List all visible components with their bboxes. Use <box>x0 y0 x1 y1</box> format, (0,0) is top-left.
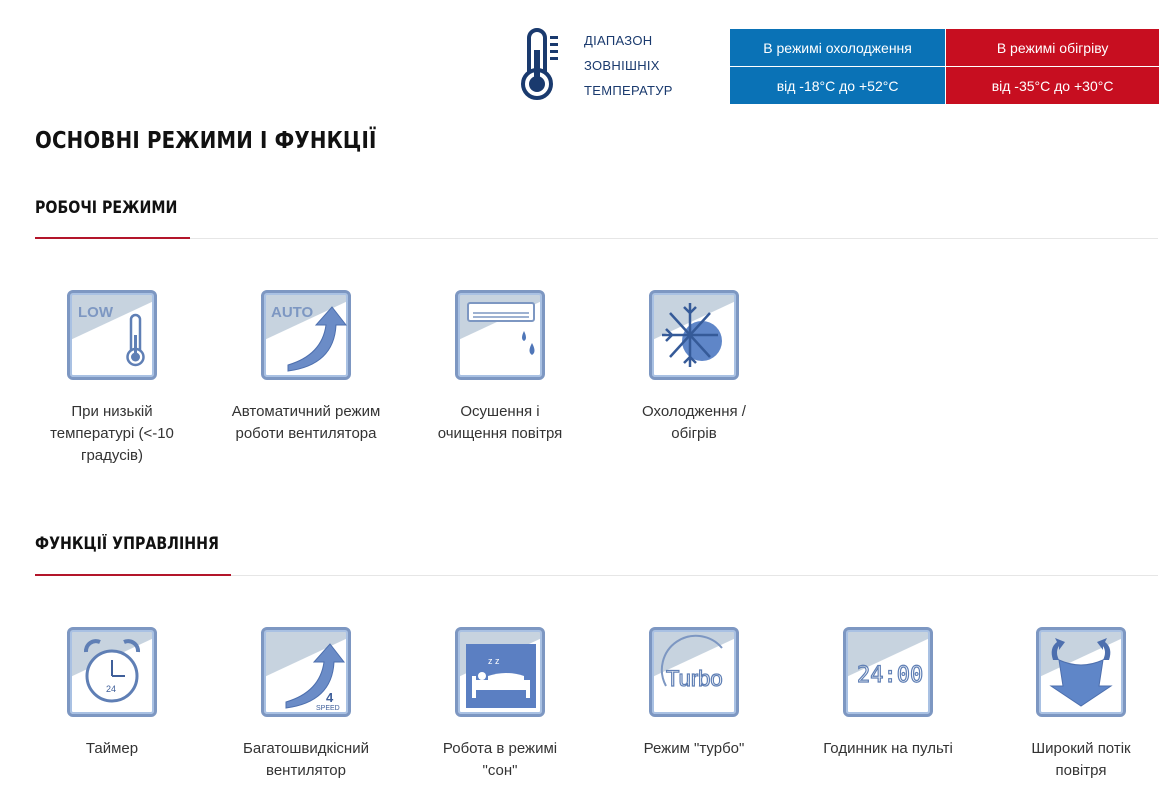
feature-sleep-mode: z z Робота в режимі "сон" <box>415 627 585 782</box>
turbo-icon: Turbo <box>649 627 739 717</box>
temperature-range-label: ДІАПАЗОН ЗОВНІШНІХ ТЕМПЕРАТУР <box>584 28 714 103</box>
icon-text: Turbo <box>666 666 723 691</box>
heating-range: від -35°C до +30°C <box>945 66 1160 105</box>
feature-timer: 24 Таймер <box>27 627 197 760</box>
feature-caption: Годинник на пульті <box>823 740 953 757</box>
thermometer-icon <box>521 28 558 100</box>
cool-heat-icon <box>649 290 739 380</box>
icon-text: z z <box>488 656 500 666</box>
feature-caption: Робота в режимі "сон" <box>442 740 558 779</box>
feature-low-temperature: LOW При низькій температурі (<-10 градус… <box>27 290 197 467</box>
section-accent-line <box>35 237 190 239</box>
auto-fan-icon: AUTO <box>261 290 351 380</box>
section-accent-line <box>35 574 231 576</box>
multi-speed-fan-icon: 4 SPEED <box>261 627 351 717</box>
feature-cool-heat: Охолодження / обігрів <box>609 290 779 445</box>
page-title: ОСНОВНІ РЕЖИМИ І ФУНКЦІЇ <box>35 128 377 154</box>
feature-turbo: Turbo Режим "турбо" <box>609 627 779 760</box>
feature-caption: Осушення і очищення повітря <box>437 403 563 442</box>
icon-text: AUTO <box>271 304 314 321</box>
section-title-control-functions: ФУНКЦІЇ УПРАВЛІННЯ <box>35 534 219 553</box>
icon-text: 4 <box>326 690 334 705</box>
heating-header: В режимі обігріву <box>945 28 1160 67</box>
cooling-header: В режимі охолодження <box>728 28 947 67</box>
remote-clock-icon: 24:00 <box>843 627 933 717</box>
wide-airflow-icon <box>1036 627 1126 717</box>
icon-subtext: SPEED <box>316 705 340 712</box>
feature-caption: Широкий потік повітря <box>1031 740 1131 779</box>
feature-caption: Охолодження / обігрів <box>642 403 746 442</box>
temperature-range-table: В режимі охолодження В режимі обігріву в… <box>728 28 1160 105</box>
temperature-label-line: ТЕМПЕРАТУР <box>584 83 673 98</box>
feature-caption: При низькій температурі (<-10 градусів) <box>50 403 174 464</box>
feature-caption: Автоматичний режим роботи вентилятора <box>231 403 381 442</box>
feature-caption: Режим "турбо" <box>643 740 745 757</box>
feature-caption: Багатошвидкісний вентилятор <box>243 740 369 779</box>
section-title-operating-modes: РОБОЧІ РЕЖИМИ <box>35 198 178 217</box>
feature-auto-fan: AUTO Автоматичний режим роботи вентилято… <box>221 290 391 445</box>
feature-multi-speed-fan: 4 SPEED Багатошвидкісний вентилятор <box>221 627 391 782</box>
section-divider <box>35 238 1158 239</box>
sleep-mode-icon: z z <box>455 627 545 717</box>
dehumidify-icon <box>455 290 545 380</box>
cooling-range: від -18°C до +52°C <box>728 66 947 105</box>
temperature-range-block: ДІАПАЗОН ЗОВНІШНІХ ТЕМПЕРАТУР В режимі о… <box>520 28 1160 108</box>
feature-caption: Таймер <box>85 740 139 757</box>
low-temperature-icon: LOW <box>67 290 157 380</box>
icon-text: LOW <box>78 304 114 321</box>
feature-remote-clock: 24:00 Годинник на пульті <box>803 627 973 760</box>
temperature-label-line: ЗОВНІШНІХ <box>584 58 660 73</box>
feature-dehumidify: Осушення і очищення повітря <box>415 290 585 445</box>
icon-text: 24 <box>106 684 116 694</box>
icon-text: 24:00 <box>857 663 923 688</box>
timer-icon: 24 <box>67 627 157 717</box>
feature-wide-airflow: Широкий потік повітря <box>996 627 1166 782</box>
temperature-label-line: ДІАПАЗОН <box>584 33 653 48</box>
